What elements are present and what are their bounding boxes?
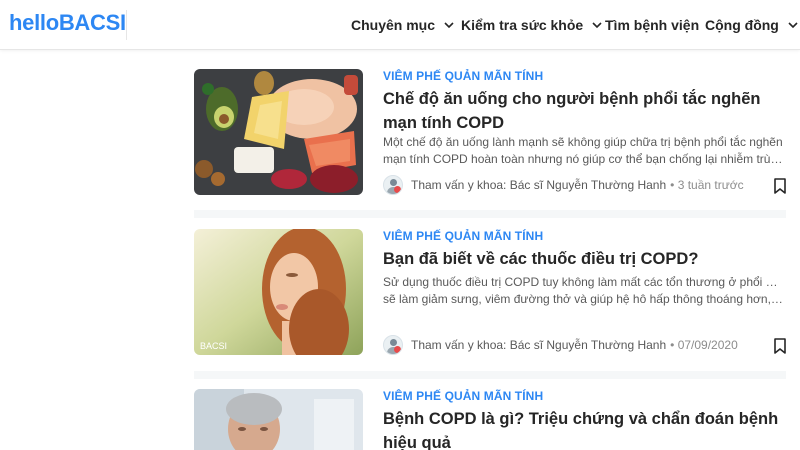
article-title[interactable]: Bạn đã biết về các thuốc điều trị COPD? — [383, 247, 783, 271]
article-thumbnail[interactable] — [194, 69, 363, 195]
hellobacsi-logo[interactable]: hello BACSI — [9, 10, 126, 36]
reviewer-avatar[interactable] — [383, 335, 403, 355]
reviewer-name[interactable]: Tham vấn y khoa: Bác sĩ Nguyễn Thường Ha… — [411, 178, 666, 192]
reviewer-name[interactable]: Tham vấn y khoa: Bác sĩ Nguyễn Thường Ha… — [411, 338, 666, 352]
article-title[interactable]: Bệnh COPD là gì? Triệu chứng và chẩn đoá… — [383, 407, 783, 450]
article-thumbnail[interactable]: BACSI — [194, 229, 363, 355]
description-line: sẽ làm giảm sưng, viêm đường thở và giúp… — [383, 292, 783, 306]
article-category[interactable]: VIÊM PHẾ QUẢN MÃN TÍNH — [383, 389, 543, 403]
article-title[interactable]: Chế độ ăn uống cho người bệnh phổi tắc n… — [383, 87, 783, 135]
logo-bacsi-text: BACSI — [58, 10, 126, 35]
card-separator — [194, 210, 786, 218]
description-line: mạn tính COPD hoàn toàn nhưng nó giúp cơ… — [383, 152, 783, 166]
nav-chuyen-muc[interactable]: Chuyên mục — [351, 0, 455, 50]
reviewer-avatar[interactable] — [383, 175, 403, 195]
nav-label: Tìm bệnh viện — [605, 17, 700, 33]
article-timestamp: • 3 tuần trước — [670, 178, 744, 192]
article-thumbnail[interactable] — [194, 389, 363, 450]
article-category[interactable]: VIÊM PHẾ QUẢN MÃN TÍNH — [383, 69, 543, 83]
article-description: Một chế độ ăn uống lành mạnh sẽ không gi… — [383, 134, 783, 168]
elderly-man-image — [194, 389, 363, 450]
article-card: VIÊM PHẾ QUẢN MÃN TÍNH Chế độ ăn uống ch… — [194, 69, 794, 199]
header-divider — [126, 10, 127, 40]
chevron-down-icon — [788, 22, 798, 29]
description-line: Sử dụng thuốc điều trị COPD tuy không là… — [383, 275, 783, 289]
article-meta: Tham vấn y khoa: Bác sĩ Nguyễn Thường Ha… — [383, 335, 738, 355]
bookmark-icon[interactable] — [773, 178, 787, 194]
site-header: hello BACSI Chuyên mục Kiểm tra sức khỏe … — [0, 0, 800, 50]
nav-tim-benh-vien[interactable]: Tìm bệnh viện — [605, 0, 699, 50]
article-meta: Tham vấn y khoa: Bác sĩ Nguyễn Thường Ha… — [383, 175, 744, 195]
bookmark-icon[interactable] — [773, 338, 787, 354]
card-separator — [194, 371, 786, 379]
article-category[interactable]: VIÊM PHẾ QUẢN MÃN TÍNH — [383, 229, 543, 243]
chevron-down-icon — [592, 22, 602, 29]
nav-label: Cộng đồng — [705, 17, 779, 33]
nav-cong-dong[interactable]: Cộng đồng — [705, 0, 799, 50]
chevron-down-icon — [444, 22, 454, 29]
nav-label: Kiểm tra sức khỏe — [461, 17, 584, 33]
food-image — [194, 69, 363, 195]
article-card: BACSI VIÊM PHẾ QUẢN MÃN TÍNH Bạn đã biết… — [194, 229, 794, 359]
woman-breathing-image: BACSI — [194, 229, 363, 355]
description-line: Một chế độ ăn uống lành mạnh sẽ không gi… — [383, 135, 783, 149]
article-card: VIÊM PHẾ QUẢN MÃN TÍNH Bệnh COPD là gì? … — [194, 389, 794, 450]
article-description: Sử dụng thuốc điều trị COPD tuy không là… — [383, 274, 783, 308]
article-timestamp: • 07/09/2020 — [670, 338, 738, 352]
logo-hello-text: hello — [9, 10, 59, 35]
nav-kiem-tra-suc-khoe[interactable]: Kiểm tra sức khỏe — [461, 0, 603, 50]
nav-label: Chuyên mục — [351, 17, 436, 33]
thumbnail-watermark: BACSI — [200, 341, 227, 351]
